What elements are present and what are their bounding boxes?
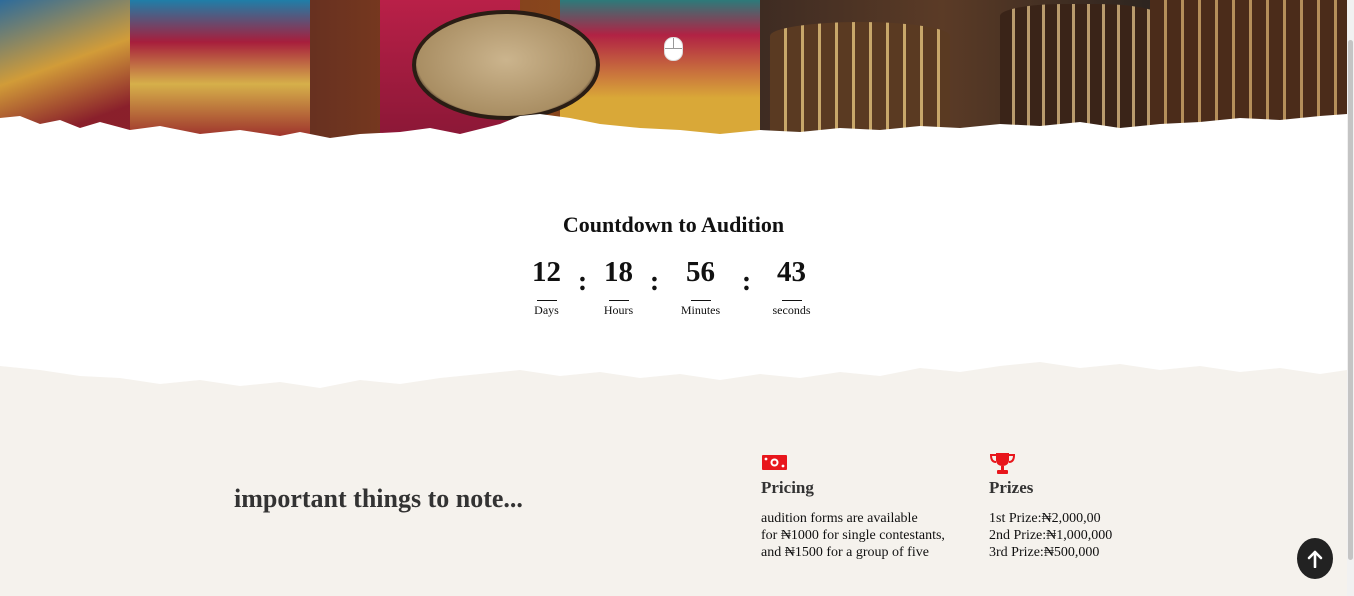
countdown-seconds: 43 seconds bbox=[753, 256, 831, 318]
days-label: Days bbox=[534, 303, 559, 317]
seconds-value: 43 bbox=[777, 256, 806, 288]
back-to-top-button[interactable] bbox=[1297, 538, 1333, 579]
countdown-separator: : bbox=[649, 266, 660, 297]
mouse-icon[interactable] bbox=[664, 37, 683, 61]
countdown-timer: 12 Days : 18 Hours : 56 Minutes : 43 sec… bbox=[0, 256, 1347, 318]
torn-paper-edge-bottom bbox=[0, 348, 1347, 388]
drum-image bbox=[412, 10, 600, 120]
prizes-block: Prizes 1st Prize:₦2,000,00 2nd Prize:₦1,… bbox=[989, 452, 1149, 561]
divider-line bbox=[608, 300, 629, 301]
minutes-label: Minutes bbox=[680, 303, 721, 317]
notes-title: important things to note... bbox=[234, 484, 523, 513]
pricing-line: audition forms are available bbox=[761, 511, 918, 526]
pricing-heading: Pricing bbox=[761, 478, 814, 497]
divider-line bbox=[781, 300, 802, 301]
pricing-line: and ₦1500 for a group of five bbox=[761, 545, 929, 560]
pricing-text: audition forms are available for ₦1000 f… bbox=[761, 510, 971, 561]
prizes-heading: Prizes bbox=[989, 478, 1034, 497]
days-value: 12 bbox=[532, 256, 561, 288]
seconds-label: seconds bbox=[772, 303, 811, 317]
minutes-value: 56 bbox=[686, 256, 715, 288]
countdown-days: 12 Days bbox=[517, 256, 577, 318]
prizes-text: 1st Prize:₦2,000,00 2nd Prize:₦1,000,000… bbox=[989, 510, 1149, 561]
countdown-hours: 18 Hours bbox=[589, 256, 649, 318]
hours-value: 18 bbox=[604, 256, 633, 288]
countdown-title: Countdown to Audition bbox=[562, 212, 785, 237]
countdown-separator: : bbox=[741, 266, 752, 297]
divider-line bbox=[536, 300, 557, 301]
hours-label: Hours bbox=[603, 303, 634, 317]
trophy-icon bbox=[989, 452, 1149, 476]
scrollbar-thumb[interactable] bbox=[1348, 40, 1353, 560]
divider-line bbox=[690, 300, 711, 301]
pricing-line: for ₦1000 for single contestants, bbox=[761, 528, 945, 543]
prize-line: 1st Prize:₦2,000,00 bbox=[989, 511, 1101, 526]
countdown-separator: : bbox=[577, 266, 588, 297]
countdown-minutes: 56 Minutes bbox=[661, 256, 741, 318]
scrollbar[interactable] bbox=[1347, 0, 1354, 596]
prize-line: 3rd Prize:₦500,000 bbox=[989, 545, 1100, 560]
torn-paper-edge-top bbox=[0, 114, 1347, 170]
arrow-up-icon bbox=[1307, 550, 1323, 568]
pricing-block: Pricing audition forms are available for… bbox=[761, 452, 971, 561]
money-bill-icon bbox=[761, 452, 971, 476]
prize-line: 2nd Prize:₦1,000,000 bbox=[989, 528, 1113, 543]
